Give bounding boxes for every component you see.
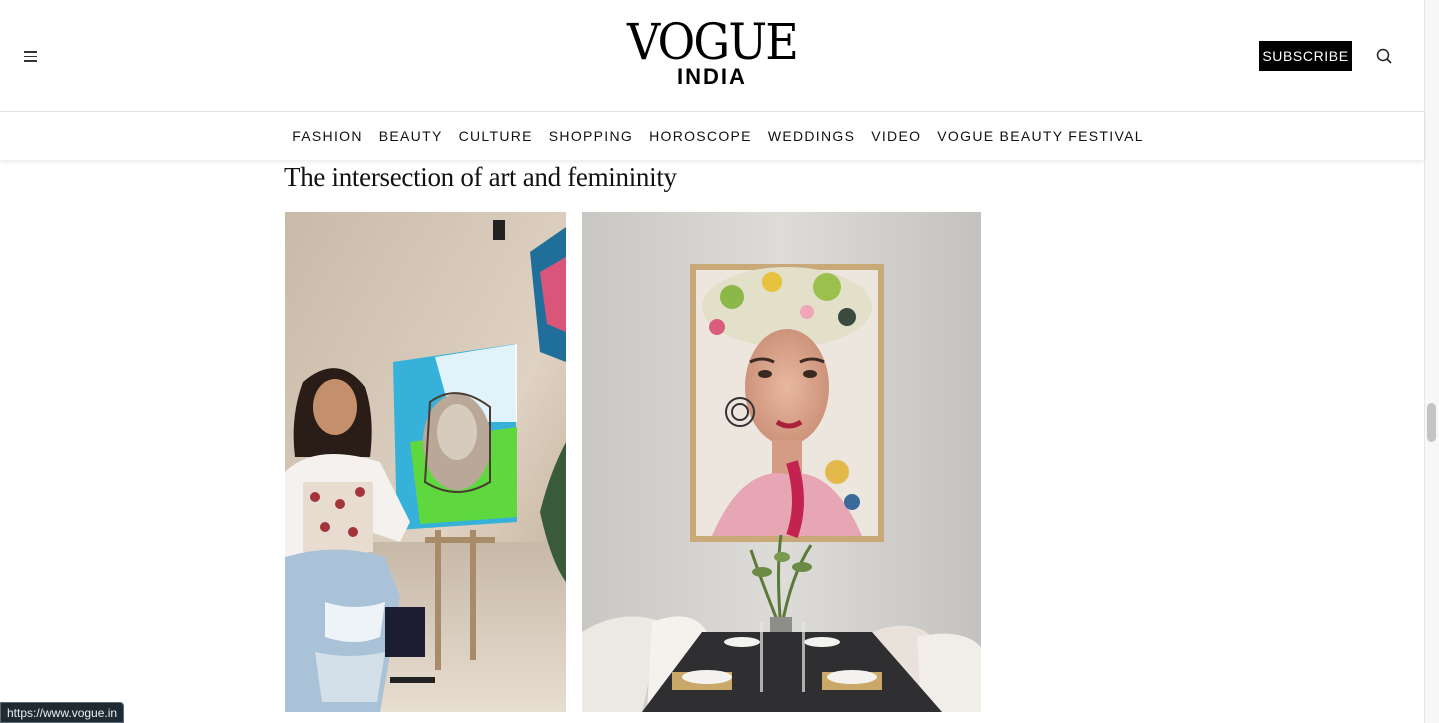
main-navigation: FASHION BEAUTY CULTURE SHOPPING HOROSCOP… (0, 112, 1424, 160)
article-body: The intersection of art and femininity (0, 160, 1424, 723)
nav-item-video[interactable]: VIDEO (871, 128, 921, 144)
page-scrollbar-track[interactable] (1424, 0, 1439, 723)
subscribe-button[interactable]: SUBSCRIBE (1259, 41, 1352, 71)
logo-wordmark: VOGUE (626, 13, 799, 71)
site-header: VOGUE INDIA SUBSCRIBE (0, 0, 1424, 112)
nav-item-horoscope[interactable]: HOROSCOPE (649, 128, 752, 144)
nav-item-weddings[interactable]: WEDDINGS (768, 128, 855, 144)
nav-item-shopping[interactable]: SHOPPING (549, 128, 633, 144)
nav-item-culture[interactable]: CULTURE (459, 128, 533, 144)
page-scrollbar-thumb[interactable] (1427, 403, 1436, 442)
vogue-india-logo[interactable]: VOGUE INDIA (612, 14, 812, 88)
nav-item-fashion[interactable]: FASHION (292, 128, 363, 144)
nav-item-vogue-beauty-festival[interactable]: VOGUE BEAUTY FESTIVAL (937, 128, 1144, 144)
search-icon[interactable] (1374, 46, 1394, 66)
framed-painting-photo[interactable] (582, 212, 981, 712)
link-status-url: https://www.vogue.in (0, 702, 125, 723)
hamburger-menu-icon[interactable] (22, 47, 40, 65)
artist-portrait-photo[interactable] (285, 212, 566, 712)
section-heading: The intersection of art and femininity (284, 162, 677, 192)
nav-item-beauty[interactable]: BEAUTY (379, 128, 443, 144)
